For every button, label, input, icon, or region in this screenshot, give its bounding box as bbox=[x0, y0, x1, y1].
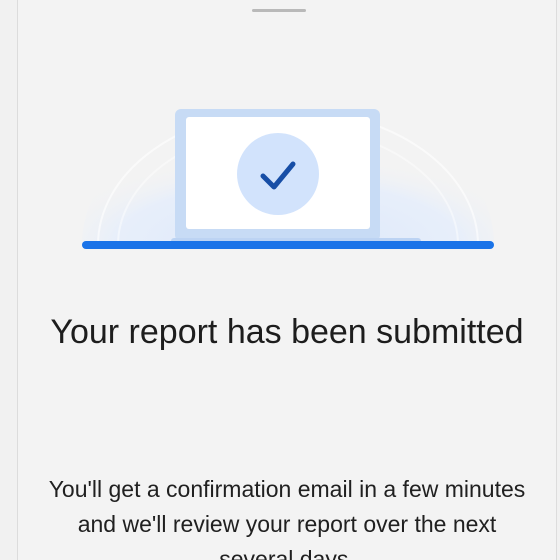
scrollbar[interactable] bbox=[556, 72, 557, 102]
confirmation-message: You'll get a confirmation email in a few… bbox=[48, 476, 526, 560]
accent-bar bbox=[82, 241, 494, 249]
laptop-illustration bbox=[82, 95, 494, 249]
report-submitted-sheet: Your report has been submitted You'll ge… bbox=[17, 0, 557, 560]
page-title: Your report has been submitted bbox=[50, 313, 524, 351]
check-circle bbox=[237, 133, 319, 215]
drag-handle[interactable] bbox=[252, 9, 306, 12]
